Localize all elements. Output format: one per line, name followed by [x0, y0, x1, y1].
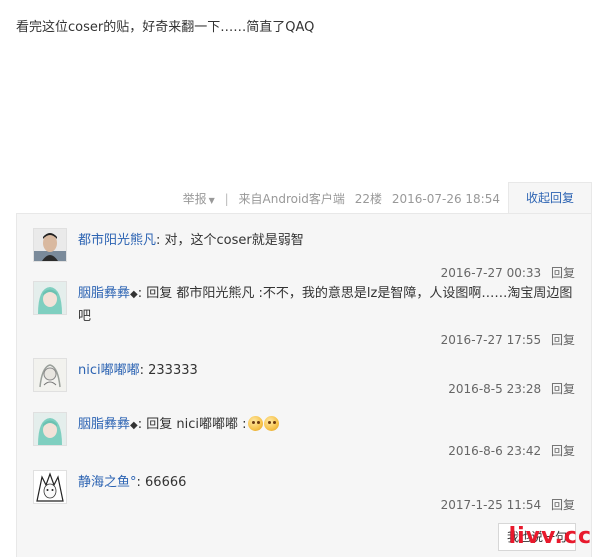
reply-list: 都市阳光熊凡: 对，这个coser就是弱智 2016-7-27 00:33 回复… [16, 213, 592, 557]
reply-prefix: : 回复 [137, 417, 177, 432]
avatar-photo-icon [34, 282, 66, 314]
emoji-icon [263, 416, 279, 431]
quoted-username[interactable]: 都市阳光熊凡 [176, 286, 254, 301]
reply-meta: 2016-8-5 23:28 回复 [448, 380, 575, 397]
reply-content: 胭脂彝彝◆: 回复 都市阳光熊凡 :不不，我的意思是lz是智障，人设图啊……淘宝… [78, 283, 575, 328]
avatar[interactable] [33, 228, 67, 262]
reply-item: 静海之鱼°: 66666 2017-1-25 11:54 回复 [17, 470, 591, 520]
reply-button[interactable]: 回复 [551, 382, 575, 396]
reply-meta: 2016-7-27 17:55 回复 [441, 331, 575, 348]
avatar[interactable] [33, 412, 67, 446]
reply-username[interactable]: 静海之鱼° [78, 475, 137, 490]
avatar[interactable] [33, 281, 67, 315]
reply-item: 都市阳光熊凡: 对，这个coser就是弱智 2016-7-27 00:33 回复 [17, 228, 591, 286]
avatar-photo-icon [34, 229, 66, 261]
floor-number: 22楼 [354, 192, 383, 206]
reply-meta: 2016-8-6 23:42 回复 [448, 442, 575, 459]
reply-button[interactable]: 回复 [551, 266, 575, 280]
avatar-photo-icon [34, 471, 66, 503]
avatar-photo-icon [34, 359, 66, 391]
member-diamond-icon: ◆ [130, 289, 138, 300]
reply-username[interactable]: nici嘟嘟嘟 [78, 363, 140, 378]
meta-separator: | [224, 192, 229, 206]
reply-username[interactable]: 都市阳光熊凡 [78, 233, 156, 248]
reply-text: : 66666 [136, 475, 187, 490]
watermark-logo: livv.cc [508, 524, 592, 549]
quoted-username[interactable]: nici嘟嘟嘟 [176, 417, 238, 432]
reply-username[interactable]: 胭脂彝彝 [78, 417, 130, 432]
reply-meta: 2017-1-25 11:54 回复 [441, 496, 575, 513]
avatar[interactable] [33, 470, 67, 504]
reply-content: 胭脂彝彝◆: 回复 nici嘟嘟嘟 : [78, 414, 575, 437]
member-diamond-icon: ◆ [130, 420, 138, 431]
reply-text: : 对，这个coser就是弱智 [156, 233, 304, 248]
reply-time: 2016-7-27 00:33 [440, 266, 542, 280]
reply-time: 2017-1-25 11:54 [440, 498, 542, 512]
reply-username[interactable]: 胭脂彝彝 [78, 286, 130, 301]
post-meta-bar: 举报 ▼ | 来自Android客户端 22楼 2016-07-26 18:54 … [0, 182, 592, 214]
post-meta: 举报 ▼ | 来自Android客户端 22楼 2016-07-26 18:54 [183, 190, 500, 207]
reply-button[interactable]: 回复 [551, 444, 575, 458]
reply-item: 胭脂彝彝◆: 回复 都市阳光熊凡 :不不，我的意思是lz是智障，人设图啊……淘宝… [17, 281, 591, 355]
reply-content: nici嘟嘟嘟: 233333 [78, 360, 575, 382]
reply-button[interactable]: 回复 [551, 498, 575, 512]
reply-button[interactable]: 回复 [551, 333, 575, 347]
reply-content: 静海之鱼°: 66666 [78, 472, 575, 494]
reply-content: 都市阳光熊凡: 对，这个coser就是弱智 [78, 230, 575, 252]
post-time: 2016-07-26 18:54 [391, 192, 500, 206]
emoji-icon [247, 416, 263, 431]
reply-item: 胭脂彝彝◆: 回复 nici嘟嘟嘟 : 2016-8-6 23:42 回复 [17, 412, 591, 470]
collapse-replies-button[interactable]: 收起回复 [508, 182, 592, 214]
report-dropdown-icon[interactable]: ▼ [209, 196, 215, 205]
reply-text: : [238, 417, 247, 432]
reply-text: : 233333 [139, 363, 198, 378]
reply-time: 2016-7-27 17:55 [440, 333, 542, 347]
reply-time: 2016-8-6 23:42 [448, 444, 542, 458]
avatar-photo-icon [34, 413, 66, 445]
avatar[interactable] [33, 358, 67, 392]
client-source: 来自Android客户端 [238, 192, 345, 206]
reply-prefix: : 回复 [137, 286, 177, 301]
reply-meta: 2016-7-27 00:33 回复 [441, 264, 575, 281]
reply-item: nici嘟嘟嘟: 233333 2016-8-5 23:28 回复 [17, 358, 591, 416]
post-content: 看完这位coser的贴，好奇来翻一下……简直了QAQ [16, 20, 315, 35]
reply-time: 2016-8-5 23:28 [448, 382, 542, 396]
report-link[interactable]: 举报 [183, 192, 207, 206]
